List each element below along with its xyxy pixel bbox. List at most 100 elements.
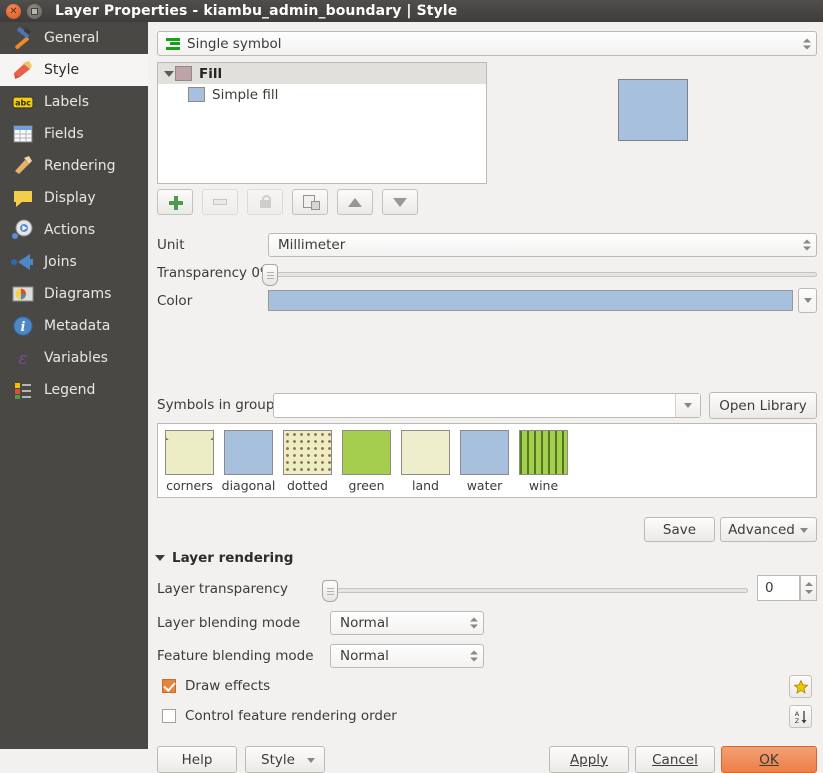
- sidebar-item-variables[interactable]: ε Variables: [0, 342, 148, 374]
- layer-blending-mode-label: Layer blending mode: [157, 615, 301, 631]
- symbol-preview: [618, 79, 688, 141]
- chevron-down-icon: [155, 555, 165, 561]
- transparency-label: Transparency 0%: [157, 265, 273, 281]
- layer-rendering-section-header[interactable]: Layer rendering: [155, 550, 293, 566]
- abc-label-icon: abc: [10, 89, 36, 115]
- gallery-item[interactable]: dotted: [282, 430, 333, 493]
- tree-row-fill[interactable]: Fill: [158, 63, 486, 84]
- layer-transparency-label: Layer transparency: [157, 581, 289, 597]
- close-icon[interactable]: ✕: [6, 3, 21, 19]
- svg-text:ε: ε: [18, 349, 27, 369]
- sidebar-item-metadata[interactable]: i Metadata: [0, 310, 148, 342]
- remove-symbol-layer-button[interactable]: [202, 189, 238, 215]
- layer-blending-mode-combo[interactable]: Normal: [330, 611, 484, 635]
- feature-blending-mode-label: Feature blending mode: [157, 648, 314, 664]
- sidebar-item-label: Labels: [44, 94, 90, 110]
- control-feature-rendering-order-row[interactable]: Control feature rendering order: [162, 708, 397, 724]
- gallery-swatch: [460, 430, 509, 475]
- lock-icon: [262, 195, 271, 202]
- legend-list-icon: [10, 377, 36, 403]
- sidebar-item-label: Metadata: [44, 318, 111, 334]
- symbol-layer-toolbar: [157, 189, 418, 215]
- slider-handle[interactable]: [322, 580, 338, 602]
- feature-blending-spin-arrows[interactable]: [470, 650, 478, 662]
- sidebar-item-rendering[interactable]: Rendering: [0, 150, 148, 182]
- lock-layer-colors-button[interactable]: [247, 189, 283, 215]
- gallery-item[interactable]: water: [459, 430, 510, 493]
- hammer-wrench-icon: [10, 25, 36, 51]
- color-dropdown-button[interactable]: [798, 288, 817, 313]
- sidebar-item-label: Display: [44, 190, 96, 206]
- gallery-item[interactable]: wine: [518, 430, 569, 493]
- move-up-button[interactable]: [337, 189, 373, 215]
- gallery-item[interactable]: diagonal: [221, 430, 276, 493]
- sidebar-item-legend[interactable]: Legend: [0, 374, 148, 406]
- feature-blending-mode-combo[interactable]: Normal: [330, 644, 484, 668]
- renderer-type-value: Single symbol: [187, 35, 282, 52]
- sidebar-item-actions[interactable]: Actions: [0, 214, 148, 246]
- layer-transparency-slider[interactable]: [322, 580, 748, 602]
- unit-spin-arrows[interactable]: [803, 239, 811, 251]
- window-title: Layer Properties - kiambu_admin_boundary…: [55, 3, 458, 19]
- maximize-icon[interactable]: [27, 3, 42, 19]
- help-button[interactable]: Help: [157, 746, 237, 773]
- join-arrow-icon: [10, 249, 36, 275]
- apply-button[interactable]: Apply: [549, 746, 629, 773]
- star-effects-icon[interactable]: [789, 675, 812, 698]
- renderer-type-combo[interactable]: Single symbol: [157, 31, 817, 56]
- draw-effects-row[interactable]: Draw effects: [162, 678, 270, 694]
- gallery-item[interactable]: land: [400, 430, 451, 493]
- gallery-label: land: [412, 478, 439, 493]
- sidebar-item-label: Legend: [44, 382, 96, 398]
- ok-button[interactable]: OK: [721, 746, 817, 773]
- style-menu-button[interactable]: Style: [245, 746, 325, 773]
- gallery-label: diagonal: [221, 478, 276, 493]
- save-button[interactable]: Save: [644, 517, 715, 542]
- draw-effects-checkbox[interactable]: [162, 679, 176, 693]
- sidebar-item-style[interactable]: Style: [0, 54, 148, 86]
- unit-combo[interactable]: Millimeter: [268, 233, 817, 257]
- sidebar-item-diagrams[interactable]: Diagrams: [0, 278, 148, 310]
- gallery-item[interactable]: green: [341, 430, 392, 493]
- sidebar-item-joins[interactable]: Joins: [0, 246, 148, 278]
- style-panel: Single symbol Fill Simple fill Unit Mill…: [148, 22, 823, 773]
- symbol-layer-tree[interactable]: Fill Simple fill: [157, 62, 487, 184]
- slider-handle[interactable]: [262, 264, 278, 286]
- sidebar-item-general[interactable]: General: [0, 22, 148, 54]
- advanced-button[interactable]: Advanced: [720, 517, 817, 542]
- chevron-down-icon[interactable]: [162, 70, 175, 77]
- control-feature-rendering-order-checkbox[interactable]: [162, 709, 176, 723]
- cancel-button[interactable]: Cancel: [635, 746, 715, 773]
- open-library-button[interactable]: Open Library: [709, 392, 817, 419]
- renderer-spin-arrows[interactable]: [803, 38, 811, 49]
- chevron-down-icon[interactable]: [675, 394, 700, 417]
- speech-bubble-icon: [10, 185, 36, 211]
- layer-blending-spin-arrows[interactable]: [470, 617, 478, 629]
- gallery-item[interactable]: corners: [164, 430, 215, 493]
- svg-text:i: i: [21, 320, 26, 335]
- tree-row-simple-fill[interactable]: Simple fill: [158, 84, 486, 105]
- gallery-swatch: [283, 430, 332, 475]
- duplicate-symbol-layer-button[interactable]: [292, 189, 328, 215]
- sidebar-item-fields[interactable]: Fields: [0, 118, 148, 150]
- unit-label: Unit: [157, 237, 185, 253]
- sidebar-item-display[interactable]: Display: [0, 182, 148, 214]
- symbol-gallery[interactable]: corners diagonal dotted green land water: [157, 423, 817, 498]
- transparency-slider[interactable]: [262, 264, 817, 286]
- sort-az-icon[interactable]: AZ: [789, 705, 812, 728]
- chevron-down-icon: [307, 758, 315, 763]
- color-swatch-button[interactable]: [268, 290, 793, 311]
- layer-transparency-value[interactable]: 0: [757, 575, 800, 601]
- layer-transparency-spinner[interactable]: [800, 575, 817, 601]
- sidebar-item-labels[interactable]: abc Labels: [0, 86, 148, 118]
- triangle-up-icon: [348, 197, 362, 207]
- unit-value: Millimeter: [278, 237, 346, 253]
- add-symbol-layer-button[interactable]: [157, 189, 193, 215]
- move-down-button[interactable]: [382, 189, 418, 215]
- symbol-swatch: [175, 66, 192, 81]
- draw-effects-label: Draw effects: [185, 678, 271, 694]
- symbol-swatch: [188, 87, 205, 102]
- sidebar-item-label: Actions: [44, 222, 96, 238]
- symbols-in-group-combo[interactable]: [273, 393, 701, 418]
- sidebar-item-label: Fields: [44, 126, 84, 142]
